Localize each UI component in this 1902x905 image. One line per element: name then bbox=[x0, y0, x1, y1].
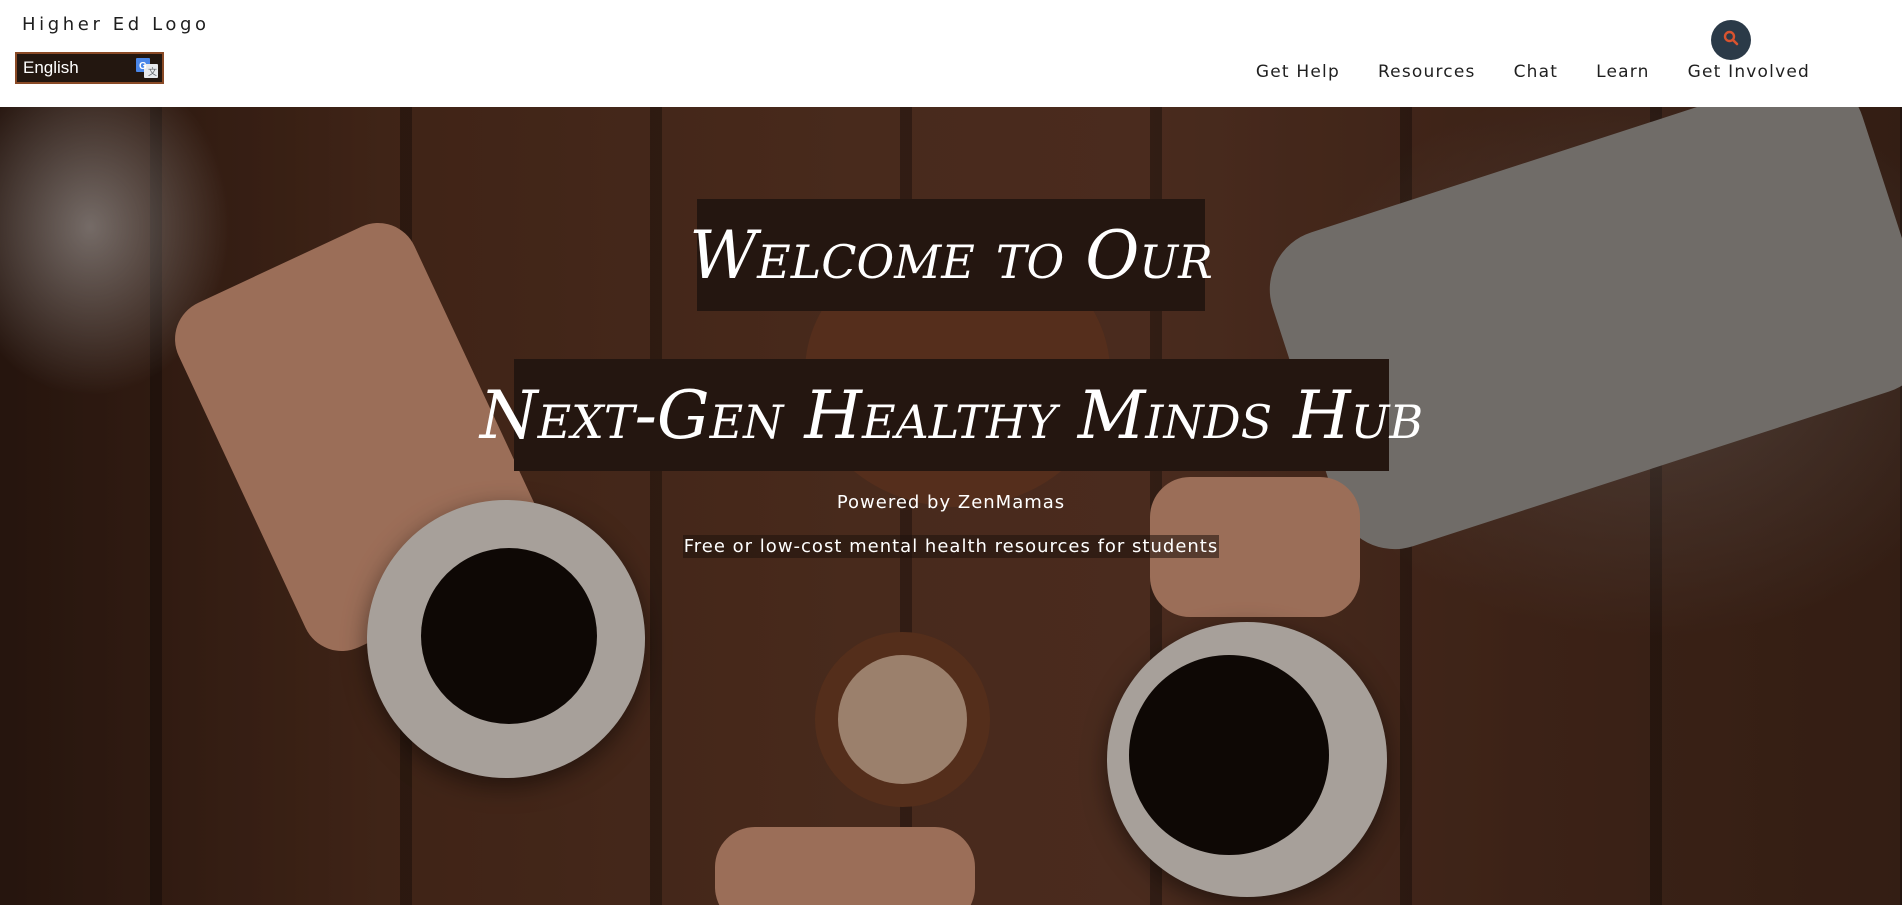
hero-tagline: Free or low-cost mental health resources… bbox=[682, 535, 1220, 558]
nav-item-resources[interactable]: Resources bbox=[1378, 62, 1476, 82]
powered-by-text: Powered by ZenMamas bbox=[836, 492, 1066, 513]
language-select[interactable]: English G 文 bbox=[15, 52, 164, 84]
language-select-value: English bbox=[23, 58, 79, 77]
main-nav: Get Help Resources Chat Learn Get Involv… bbox=[1256, 62, 1810, 82]
search-icon bbox=[1723, 30, 1739, 50]
nav-item-learn[interactable]: Learn bbox=[1596, 62, 1650, 82]
site-logo[interactable]: Higher Ed Logo bbox=[22, 14, 210, 35]
svg-text:文: 文 bbox=[148, 66, 157, 77]
hero-title-line2: Next-Gen Healthy Minds Hub bbox=[480, 359, 1423, 471]
google-translate-icon: G 文 bbox=[136, 58, 158, 78]
tagline-container: Free or low-cost mental health resources… bbox=[0, 535, 1902, 558]
search-button[interactable] bbox=[1711, 20, 1751, 60]
site-header: Higher Ed Logo English G 文 Get Help Reso… bbox=[0, 0, 1902, 107]
nav-item-get-involved[interactable]: Get Involved bbox=[1688, 62, 1810, 82]
hero-title-line1: Welcome to Our bbox=[689, 199, 1213, 311]
svg-text:G: G bbox=[139, 61, 147, 72]
hero-section: Welcome to Our Next-Gen Healthy Minds Hu… bbox=[0, 107, 1902, 905]
nav-item-chat[interactable]: Chat bbox=[1514, 62, 1559, 82]
nav-item-get-help[interactable]: Get Help bbox=[1256, 62, 1340, 82]
